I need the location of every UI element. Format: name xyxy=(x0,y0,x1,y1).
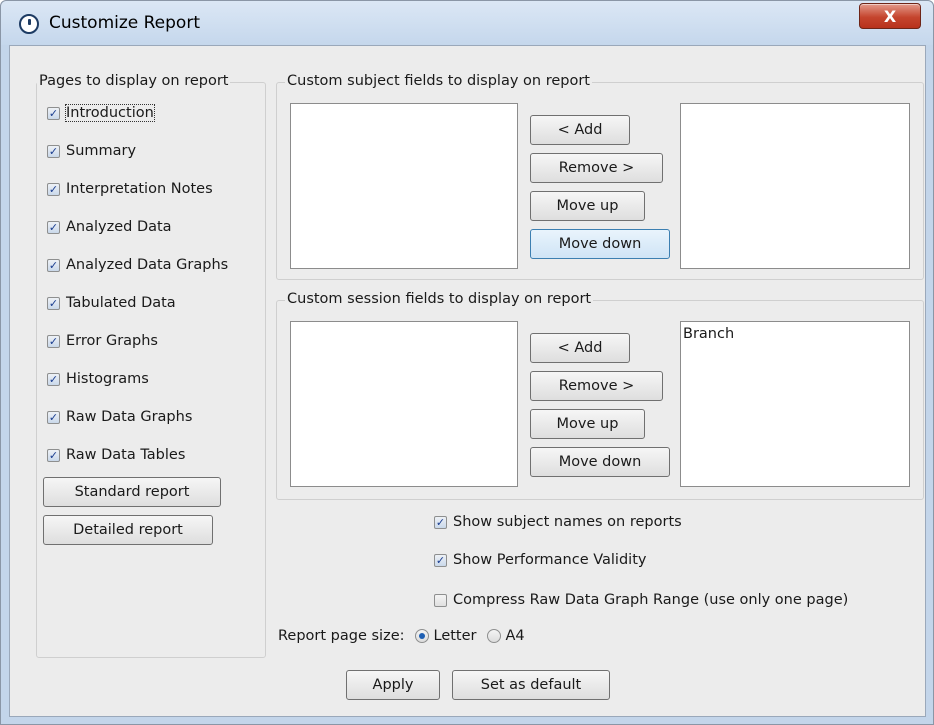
radio-selected-dot xyxy=(418,633,425,639)
subject-selected-list[interactable] xyxy=(680,103,910,269)
option-label: Show subject names on reports xyxy=(453,514,682,530)
radio-button[interactable] xyxy=(414,629,429,643)
checkbox-box[interactable]: ✓ xyxy=(47,220,60,234)
standard-report-button[interactable]: Standard report xyxy=(43,477,221,507)
check-icon: ✓ xyxy=(435,515,446,529)
checkbox-analyzed-data-graphs[interactable]: ✓ Analyzed Data Graphs xyxy=(47,257,228,273)
checkbox-label: Interpretation Notes xyxy=(66,181,213,197)
check-icon: ✓ xyxy=(48,334,59,348)
checkbox-analyzed-data[interactable]: ✓ Analyzed Data xyxy=(47,219,172,235)
session-add-button[interactable]: < Add xyxy=(530,333,630,363)
radio-label: A4 xyxy=(505,628,525,644)
session-available-list[interactable] xyxy=(290,321,518,487)
close-icon: X xyxy=(883,6,897,26)
title-bar[interactable]: Customize Report X xyxy=(1,1,933,45)
checkbox-histograms[interactable]: ✓ Histograms xyxy=(47,371,149,387)
session-remove-button[interactable]: Remove > xyxy=(530,371,663,401)
page-size-label: Report page size: xyxy=(278,628,405,644)
option-label: Show Performance Validity xyxy=(453,552,647,568)
set-as-default-button[interactable]: Set as default xyxy=(452,670,610,700)
subject-available-list[interactable] xyxy=(290,103,518,269)
check-icon: ✓ xyxy=(435,553,446,567)
checkbox-summary[interactable]: ✓ Summary xyxy=(47,143,136,159)
app-icon xyxy=(19,14,39,34)
session-move-down-button[interactable]: Move down xyxy=(530,447,670,477)
check-icon: ✓ xyxy=(48,448,59,462)
checkbox-box[interactable]: ✓ xyxy=(47,448,60,462)
checkbox-box[interactable]: ✓ xyxy=(434,515,447,529)
radio-label: Letter xyxy=(433,628,477,644)
check-icon: ✓ xyxy=(48,182,59,196)
subject-remove-button[interactable]: Remove > xyxy=(530,153,663,183)
show-performance-validity-option[interactable]: ✓ Show Performance Validity xyxy=(434,552,646,568)
checkbox-label: Tabulated Data xyxy=(66,295,176,311)
subject-move-up-button[interactable]: Move up xyxy=(530,191,645,221)
detailed-report-button[interactable]: Detailed report xyxy=(43,515,213,545)
checkbox-box[interactable]: ✓ xyxy=(47,182,60,196)
page-size-row: Report page size: Letter A4 xyxy=(278,628,525,644)
checkbox-box[interactable]: ✓ xyxy=(47,372,60,386)
check-icon: ✓ xyxy=(48,220,59,234)
checkbox-box[interactable]: ✓ xyxy=(47,296,60,310)
checkbox-box[interactable]: ✓ xyxy=(47,410,60,424)
checkbox-box[interactable]: ✓ xyxy=(47,144,60,158)
subject-fields-group: Custom subject fields to display on repo… xyxy=(276,73,924,280)
checkbox-label: Introduction xyxy=(65,104,155,122)
close-button[interactable]: X xyxy=(859,3,921,29)
radio-a4[interactable]: A4 xyxy=(486,628,525,644)
checkbox-introduction[interactable]: ✓ Introduction xyxy=(47,104,155,122)
checkbox-raw-data-graphs[interactable]: ✓ Raw Data Graphs xyxy=(47,409,192,425)
window-title: Customize Report xyxy=(49,13,200,33)
check-icon: ✓ xyxy=(48,296,59,310)
session-fields-group: Custom session fields to display on repo… xyxy=(276,291,924,500)
list-item-branch[interactable]: Branch xyxy=(683,326,734,342)
customize-report-window: Customize Report X Pages to display on r… xyxy=(0,0,934,725)
checkbox-label: Summary xyxy=(66,143,137,159)
checkbox-box[interactable]: ✓ xyxy=(434,553,447,567)
checkbox-label: Histograms xyxy=(66,371,149,387)
check-icon: ✓ xyxy=(48,372,59,386)
radio-letter[interactable]: Letter xyxy=(414,628,477,644)
checkbox-error-graphs[interactable]: ✓ Error Graphs xyxy=(47,333,158,349)
dialog-body: Pages to display on report ✓ Introductio… xyxy=(9,45,926,717)
show-subject-names-option[interactable]: ✓ Show subject names on reports xyxy=(434,514,682,530)
radio-button[interactable] xyxy=(486,629,501,643)
check-icon: ✓ xyxy=(48,144,59,158)
apply-button[interactable]: Apply xyxy=(346,670,440,700)
check-icon: ✓ xyxy=(48,258,59,272)
check-icon: ✓ xyxy=(48,106,59,120)
pages-group: Pages to display on report ✓ Introductio… xyxy=(36,73,266,658)
subject-move-down-button[interactable]: Move down xyxy=(530,229,670,259)
checkbox-box[interactable]: ✓ xyxy=(47,258,60,272)
checkbox-box[interactable] xyxy=(434,593,447,607)
subject-add-button[interactable]: < Add xyxy=(530,115,630,145)
checkbox-tabulated-data[interactable]: ✓ Tabulated Data xyxy=(47,295,176,311)
option-label: Compress Raw Data Graph Range (use only … xyxy=(453,592,849,608)
checkbox-label: Raw Data Graphs xyxy=(66,409,193,425)
checkbox-label: Analyzed Data xyxy=(66,219,172,235)
subject-fields-legend: Custom subject fields to display on repo… xyxy=(285,73,592,89)
check-icon: ✓ xyxy=(48,410,59,424)
checkbox-interpretation-notes[interactable]: ✓ Interpretation Notes xyxy=(47,181,213,197)
checkbox-raw-data-tables[interactable]: ✓ Raw Data Tables xyxy=(47,447,185,463)
session-selected-list[interactable]: Branch xyxy=(680,321,910,487)
checkbox-box[interactable]: ✓ xyxy=(47,334,60,348)
checkbox-label: Error Graphs xyxy=(66,333,158,349)
checkbox-label: Analyzed Data Graphs xyxy=(66,257,229,273)
session-move-up-button[interactable]: Move up xyxy=(530,409,645,439)
checkbox-box[interactable]: ✓ xyxy=(47,106,60,120)
session-fields-legend: Custom session fields to display on repo… xyxy=(285,291,594,307)
pages-group-legend: Pages to display on report xyxy=(37,73,231,89)
checkbox-label: Raw Data Tables xyxy=(66,447,186,463)
compress-raw-data-option[interactable]: Compress Raw Data Graph Range (use only … xyxy=(434,592,848,608)
